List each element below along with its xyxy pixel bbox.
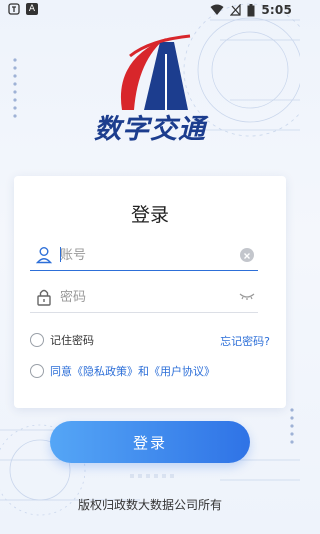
app-logo — [120, 34, 191, 110]
eye-closed-icon[interactable] — [238, 290, 256, 302]
login-title: 登录 — [130, 204, 169, 226]
remember-password-option[interactable]: 记住密码 — [30, 331, 94, 349]
battery-icon — [247, 3, 255, 16]
password-field[interactable] — [30, 284, 258, 313]
agreement-option[interactable]: 同意《隐私政策》和《用户协议》 — [30, 362, 215, 380]
login-button[interactable]: 登录 — [50, 421, 250, 463]
agreement-link[interactable]: 同意《隐私政策》和《用户协议》 — [50, 363, 215, 379]
password-input[interactable] — [60, 286, 230, 308]
clear-icon[interactable] — [240, 248, 254, 262]
wifi-icon — [210, 4, 224, 15]
login-card: 登录 记住密码 忘记密码? 同意《隐私政策》和《用户协议 — [14, 176, 286, 408]
account-input[interactable] — [60, 244, 230, 266]
copyright-text: 版权归政数大数据公司所有 — [77, 498, 222, 512]
agreement-radio[interactable] — [30, 364, 44, 378]
status-bar: A 5:05 — [0, 0, 300, 22]
user-icon — [36, 247, 52, 264]
app-notification-icon — [8, 3, 20, 15]
forgot-password-link[interactable]: 忘记密码? — [220, 333, 270, 349]
text-caret — [60, 247, 61, 262]
a-icon: A — [26, 3, 38, 15]
no-signal-icon — [230, 4, 241, 16]
app-name: 数字交通 — [94, 114, 206, 145]
status-time: 5:05 — [261, 3, 292, 17]
remember-password-radio[interactable] — [30, 333, 44, 347]
account-field[interactable] — [30, 242, 258, 271]
remember-password-label: 记住密码 — [50, 334, 94, 347]
lock-icon — [37, 289, 51, 306]
